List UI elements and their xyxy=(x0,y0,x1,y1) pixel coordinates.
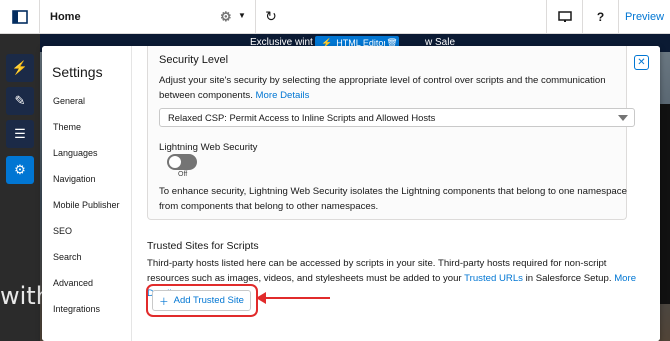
annotation-arrow xyxy=(262,297,330,299)
device-view-button[interactable] xyxy=(546,0,582,34)
nav-theme[interactable]: Theme xyxy=(53,122,81,132)
lightning-icon: ⚡ xyxy=(11,60,29,75)
settings-nav: Settings General Theme Languages Navigat… xyxy=(42,46,132,341)
csp-select[interactable]: Relaxed CSP: Permit Access to Inline Scr… xyxy=(159,108,635,127)
chevron-down-icon xyxy=(618,115,628,121)
settings-title: Settings xyxy=(52,64,103,80)
nav-navigation[interactable]: Navigation xyxy=(53,174,96,184)
add-trusted-site-button[interactable]: ＋ Add Trusted Site xyxy=(152,290,251,311)
theme-button[interactable]: ✎ xyxy=(6,87,34,115)
close-icon: ✕ xyxy=(637,57,646,68)
nav-general[interactable]: General xyxy=(53,96,85,106)
page-name: Home xyxy=(50,10,81,23)
security-level-title: Security Level xyxy=(159,54,229,66)
gear-icon: ⚙ xyxy=(14,162,26,177)
app-menu-button[interactable] xyxy=(0,0,40,34)
trusted-urls-link[interactable]: Trusted URLs xyxy=(464,273,523,284)
gear-icon[interactable]: ⚙ xyxy=(220,9,232,25)
preview-button[interactable]: Preview xyxy=(618,0,670,34)
app-grid-icon xyxy=(11,9,28,24)
desktop-icon xyxy=(557,10,572,22)
nav-seo[interactable]: SEO xyxy=(53,226,72,236)
page-selector[interactable]: Home ⚙ ▼ xyxy=(40,0,256,34)
toggle-knob xyxy=(169,156,181,168)
brush-icon: ✎ xyxy=(14,93,26,108)
nav-integrations[interactable]: Integrations xyxy=(53,304,100,314)
help-icon: ? xyxy=(596,9,605,24)
settings-content: ✕ Security Level Adjust your site's secu… xyxy=(132,46,660,341)
refresh-button[interactable]: ↻ xyxy=(256,0,286,34)
settings-button[interactable]: ⚙ xyxy=(6,156,34,184)
chevron-down-icon[interactable]: ▼ xyxy=(238,11,246,20)
csp-selected-value: Relaxed CSP: Permit Access to Inline Scr… xyxy=(168,112,436,123)
nav-advanced[interactable]: Advanced xyxy=(53,278,93,288)
close-button[interactable]: ✕ xyxy=(634,55,649,70)
plus-icon: ＋ xyxy=(159,296,169,308)
components-button[interactable]: ⚡ xyxy=(6,54,34,82)
nav-search[interactable]: Search xyxy=(53,252,82,262)
more-details-link[interactable]: More Details xyxy=(256,90,310,101)
page-structure-icon: ☰ xyxy=(14,126,26,141)
nav-languages[interactable]: Languages xyxy=(53,148,98,158)
trusted-desc-text-2: in Salesforce Setup. xyxy=(525,273,612,284)
refresh-icon: ↻ xyxy=(265,8,277,24)
builder-header: Home ⚙ ▼ ↻ ? Preview xyxy=(0,0,670,34)
nav-mobile-publisher[interactable]: Mobile Publisher xyxy=(53,200,120,210)
settings-panel: Settings General Theme Languages Navigat… xyxy=(42,46,660,341)
help-button[interactable]: ? xyxy=(582,0,618,34)
lws-description: To enhance security, Lightning Web Secur… xyxy=(159,186,627,212)
page-structure-button[interactable]: ☰ xyxy=(6,120,34,148)
security-description: Adjust your site's security by selecting… xyxy=(159,73,629,103)
security-card: Security Level Adjust your site's securi… xyxy=(147,46,635,220)
add-trusted-site-label: Add Trusted Site xyxy=(173,295,244,306)
lws-label: Lightning Web Security xyxy=(159,142,258,153)
lws-toggle[interactable] xyxy=(167,154,197,170)
trusted-sites-title: Trusted Sites for Scripts xyxy=(147,240,259,252)
toggle-state-label: Off xyxy=(178,171,188,178)
security-description-text: Adjust your site's security by selecting… xyxy=(159,75,606,101)
